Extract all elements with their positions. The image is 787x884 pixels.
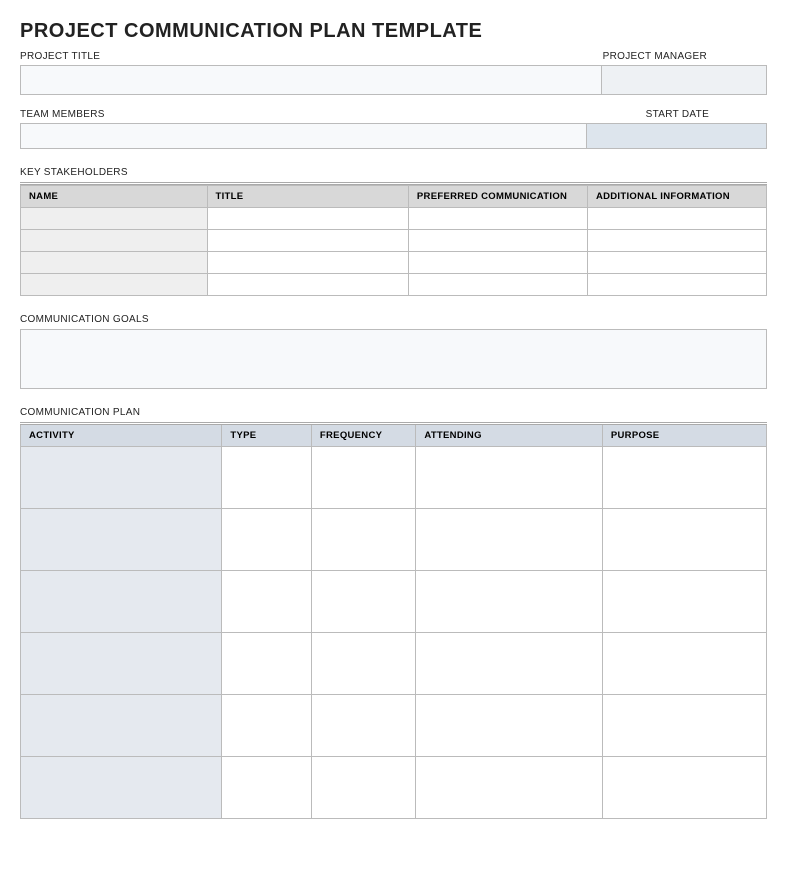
cell-title[interactable]: [207, 230, 408, 252]
cell-activity[interactable]: [21, 509, 222, 571]
cell-attending[interactable]: [416, 509, 603, 571]
start-date-label: START DATE: [588, 109, 767, 120]
col-title: TITLE: [207, 186, 408, 208]
cell-activity[interactable]: [21, 633, 222, 695]
col-pref-comm: PREFERRED COMMUNICATION: [408, 186, 587, 208]
cell-activity[interactable]: [21, 757, 222, 819]
cell-purpose[interactable]: [602, 571, 766, 633]
cell-attending[interactable]: [416, 633, 603, 695]
table-row: [21, 633, 767, 695]
col-activity: ACTIVITY: [21, 424, 222, 447]
cell-name[interactable]: [21, 208, 208, 230]
cell-activity[interactable]: [21, 447, 222, 509]
cell-purpose[interactable]: [602, 757, 766, 819]
cell-frequency[interactable]: [311, 757, 415, 819]
table-row: [21, 252, 767, 274]
cell-type[interactable]: [222, 757, 312, 819]
cell-activity[interactable]: [21, 571, 222, 633]
cell-purpose[interactable]: [602, 695, 766, 757]
col-additional: ADDITIONAL INFORMATION: [587, 186, 766, 208]
goals-input[interactable]: [20, 329, 767, 389]
col-frequency: FREQUENCY: [311, 424, 415, 447]
cell-pref-comm[interactable]: [408, 252, 587, 274]
plan-table: ACTIVITY TYPE FREQUENCY ATTENDING PURPOS…: [20, 422, 767, 819]
cell-title[interactable]: [207, 274, 408, 296]
cell-attending[interactable]: [416, 695, 603, 757]
cell-additional[interactable]: [587, 208, 766, 230]
col-attending: ATTENDING: [416, 424, 603, 447]
cell-pref-comm[interactable]: [408, 230, 587, 252]
cell-type[interactable]: [222, 509, 312, 571]
team-members-label: TEAM MEMBERS: [20, 109, 588, 120]
project-manager-input[interactable]: [602, 66, 766, 94]
cell-pref-comm[interactable]: [408, 274, 587, 296]
cell-name[interactable]: [21, 230, 208, 252]
cell-type[interactable]: [222, 633, 312, 695]
table-row: [21, 757, 767, 819]
team-members-input[interactable]: [21, 124, 587, 148]
cell-attending[interactable]: [416, 757, 603, 819]
cell-type[interactable]: [222, 695, 312, 757]
table-row: [21, 208, 767, 230]
cell-type[interactable]: [222, 571, 312, 633]
project-title-input[interactable]: [21, 66, 602, 94]
cell-purpose[interactable]: [602, 633, 766, 695]
table-row: [21, 695, 767, 757]
start-date-input[interactable]: [587, 124, 766, 148]
plan-label: COMMUNICATION PLAN: [20, 407, 767, 418]
cell-title[interactable]: [207, 252, 408, 274]
page-title: PROJECT COMMUNICATION PLAN TEMPLATE: [20, 20, 767, 43]
cell-frequency[interactable]: [311, 695, 415, 757]
cell-pref-comm[interactable]: [408, 208, 587, 230]
table-row: [21, 571, 767, 633]
cell-type[interactable]: [222, 447, 312, 509]
cell-name[interactable]: [21, 252, 208, 274]
stakeholders-table: NAME TITLE PREFERRED COMMUNICATION ADDIT…: [20, 185, 767, 296]
cell-name[interactable]: [21, 274, 208, 296]
cell-frequency[interactable]: [311, 447, 415, 509]
cell-frequency[interactable]: [311, 571, 415, 633]
cell-attending[interactable]: [416, 571, 603, 633]
table-row: [21, 447, 767, 509]
col-name: NAME: [21, 186, 208, 208]
table-row: [21, 509, 767, 571]
cell-additional[interactable]: [587, 230, 766, 252]
cell-frequency[interactable]: [311, 509, 415, 571]
cell-purpose[interactable]: [602, 447, 766, 509]
stakeholders-label: KEY STAKEHOLDERS: [20, 167, 767, 178]
table-row: [21, 274, 767, 296]
goals-label: COMMUNICATION GOALS: [20, 314, 767, 325]
cell-additional[interactable]: [587, 274, 766, 296]
col-type: TYPE: [222, 424, 312, 447]
cell-title[interactable]: [207, 208, 408, 230]
cell-activity[interactable]: [21, 695, 222, 757]
cell-purpose[interactable]: [602, 509, 766, 571]
cell-additional[interactable]: [587, 252, 766, 274]
project-manager-label: PROJECT MANAGER: [603, 51, 767, 62]
cell-frequency[interactable]: [311, 633, 415, 695]
col-purpose: PURPOSE: [602, 424, 766, 447]
project-title-label: PROJECT TITLE: [20, 51, 603, 62]
cell-attending[interactable]: [416, 447, 603, 509]
table-row: [21, 230, 767, 252]
